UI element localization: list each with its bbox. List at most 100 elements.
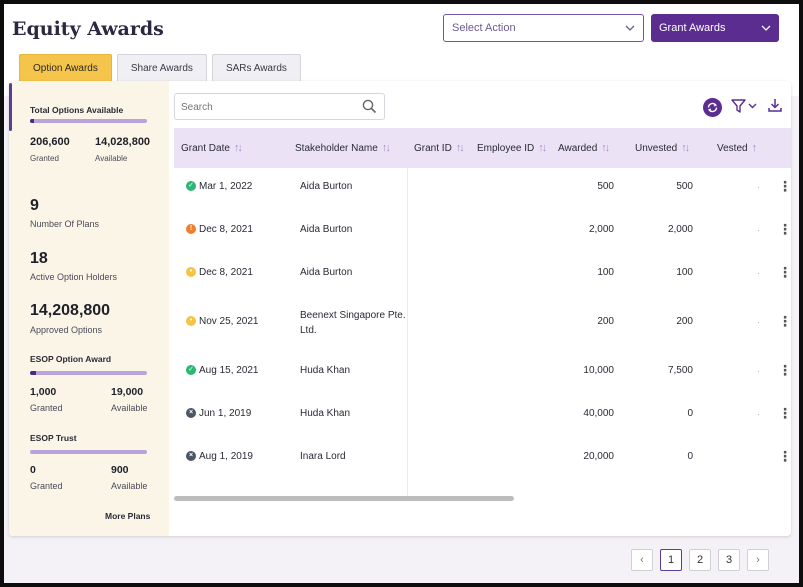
plan-granted-label: Granted — [30, 403, 63, 413]
page-button-1[interactable]: 1 — [660, 549, 682, 571]
sort-icon: ↑↓ — [681, 142, 690, 154]
tab-sars-awards[interactable]: SARs Awards — [211, 54, 301, 82]
row-menu-icon[interactable]: ⋮ — [778, 406, 791, 420]
unvested-value: 0 — [687, 451, 693, 462]
sort-icon: ↑↓ — [538, 142, 547, 154]
status-cancelled-icon: × — [186, 451, 196, 461]
col-unvested[interactable]: Unvested ↑↓ — [635, 142, 690, 154]
holders-count: 18 — [30, 250, 48, 267]
awarded-value: 200 — [597, 316, 614, 327]
granted-label: Granted — [30, 154, 59, 163]
col-vested[interactable]: Vested ↑ — [717, 142, 757, 154]
col-employee-id[interactable]: Employee ID ↑↓ — [477, 142, 547, 154]
vested-value-clipped: · — [757, 226, 760, 235]
unvested-value: 2,000 — [667, 224, 693, 235]
plan-available-value: 19,000 — [111, 386, 144, 398]
holders-label: Active Option Holders — [30, 272, 118, 282]
prev-page-button[interactable]: ‹ — [631, 549, 653, 571]
awarded-value: 500 — [597, 181, 614, 192]
plan-available-label: Available — [111, 481, 148, 491]
row-menu-icon[interactable]: ⋮ — [778, 179, 791, 193]
award-tabs: Option Awards Share Awards SARs Awards — [19, 54, 301, 82]
page-title: Equity Awards — [12, 18, 164, 40]
unvested-value: 500 — [676, 181, 693, 192]
plan-name[interactable]: ESOP Option Award — [30, 354, 111, 364]
search-box[interactable] — [174, 93, 385, 120]
summary-panel: Total Options Available 206,600 14,028,8… — [9, 81, 169, 536]
refresh-icon[interactable] — [703, 98, 722, 117]
plan-name[interactable]: ESOP Trust — [30, 433, 77, 443]
panel-accent — [9, 83, 12, 131]
total-options-bar — [30, 119, 147, 123]
download-icon[interactable] — [767, 97, 783, 118]
vested-value-clipped: · — [757, 318, 760, 327]
grant-date: Aug 1, 2019 — [199, 451, 253, 462]
unvested-value: 0 — [687, 408, 693, 419]
vested-value-clipped: · — [757, 269, 760, 278]
page-button-2[interactable]: 2 — [689, 549, 711, 571]
next-page-button[interactable]: › — [747, 549, 769, 571]
awarded-value: 40,000 — [583, 408, 614, 419]
select-action-dropdown[interactable]: Select Action — [443, 14, 644, 42]
sort-icon: ↑↓ — [381, 142, 391, 154]
status-pending-icon: • — [186, 316, 196, 326]
granted-value: 206,600 — [30, 136, 70, 148]
awards-card: Total Options Available 206,600 14,028,8… — [9, 81, 791, 536]
unvested-value: 100 — [676, 267, 693, 278]
grant-awards-label: Grant Awards — [659, 22, 726, 34]
vested-value-clipped: · — [757, 367, 760, 376]
status-check-icon: ✓ — [186, 181, 196, 191]
page-button-3[interactable]: 3 — [718, 549, 740, 571]
row-menu-icon[interactable]: ⋮ — [778, 449, 791, 463]
sort-icon: ↑↓ — [233, 142, 243, 154]
sort-icon: ↑↓ — [601, 142, 610, 154]
plan-progress-bar — [30, 450, 147, 454]
sort-icon: ↑↓ — [455, 142, 465, 154]
available-value: 14,028,800 — [95, 136, 151, 148]
status-pending-icon: • — [186, 267, 196, 277]
tab-share-awards[interactable]: Share Awards — [116, 54, 207, 82]
tab-option-awards[interactable]: Option Awards — [19, 54, 112, 82]
grant-date: Dec 8, 2021 — [199, 267, 253, 278]
vested-value-clipped: · — [757, 410, 760, 419]
col-grant-id[interactable]: Grant ID ↑↓ — [414, 142, 465, 154]
total-options-heading: Total Options Available — [30, 105, 124, 115]
col-stakeholder-name[interactable]: Stakeholder Name ↑↓ — [295, 142, 391, 154]
approved-count: 14,208,800 — [30, 302, 111, 319]
plan-progress-bar — [30, 371, 147, 375]
row-menu-icon[interactable]: ⋮ — [778, 222, 791, 236]
awarded-value: 100 — [597, 267, 614, 278]
search-input[interactable] — [181, 98, 351, 116]
plan-available-value: 900 — [111, 464, 129, 476]
unvested-value: 7,500 — [667, 365, 693, 376]
stakeholder-name: Huda Khan — [300, 408, 351, 419]
row-menu-icon[interactable]: ⋮ — [778, 265, 791, 279]
plan-granted-label: Granted — [30, 481, 63, 491]
row-menu-icon[interactable]: ⋮ — [778, 314, 791, 328]
table-header: Grant Date ↑↓ Stakeholder Name ↑↓ Grant ID… — [174, 128, 791, 168]
row-menu-icon[interactable]: ⋮ — [778, 363, 791, 377]
stakeholder-name: Huda Khan — [300, 365, 351, 376]
filter-icon[interactable] — [731, 98, 759, 119]
grant-awards-button[interactable]: Grant Awards — [651, 14, 779, 42]
grant-date: Jun 1, 2019 — [199, 408, 252, 419]
stakeholder-name: Inara Lord — [300, 451, 346, 462]
plan-granted-value: 1,000 — [30, 386, 57, 398]
more-plans-link[interactable]: More Plans — [105, 511, 150, 521]
grant-date: Dec 8, 2021 — [199, 224, 253, 235]
horizontal-scrollbar[interactable] — [174, 496, 514, 501]
grant-date: Mar 1, 2022 — [199, 181, 253, 192]
stakeholder-name: Beenext Singapore Pte. Ltd. — [300, 310, 406, 336]
stakeholder-name: Aida Burton — [300, 224, 353, 235]
available-label: Available — [95, 154, 128, 163]
pagination: ‹ 1 2 3 › — [631, 549, 769, 571]
col-awarded[interactable]: Awarded ↑↓ — [558, 142, 610, 154]
col-grant-date[interactable]: Grant Date ↑↓ — [181, 142, 243, 154]
sort-icon: ↑ — [751, 142, 757, 154]
search-icon[interactable] — [362, 99, 377, 119]
plans-label: Number Of Plans — [30, 219, 100, 229]
awarded-value: 20,000 — [583, 451, 614, 462]
plan-available-label: Available — [111, 403, 148, 413]
approved-label: Approved Options — [30, 325, 103, 335]
grant-date: Aug 15, 2021 — [199, 365, 259, 376]
